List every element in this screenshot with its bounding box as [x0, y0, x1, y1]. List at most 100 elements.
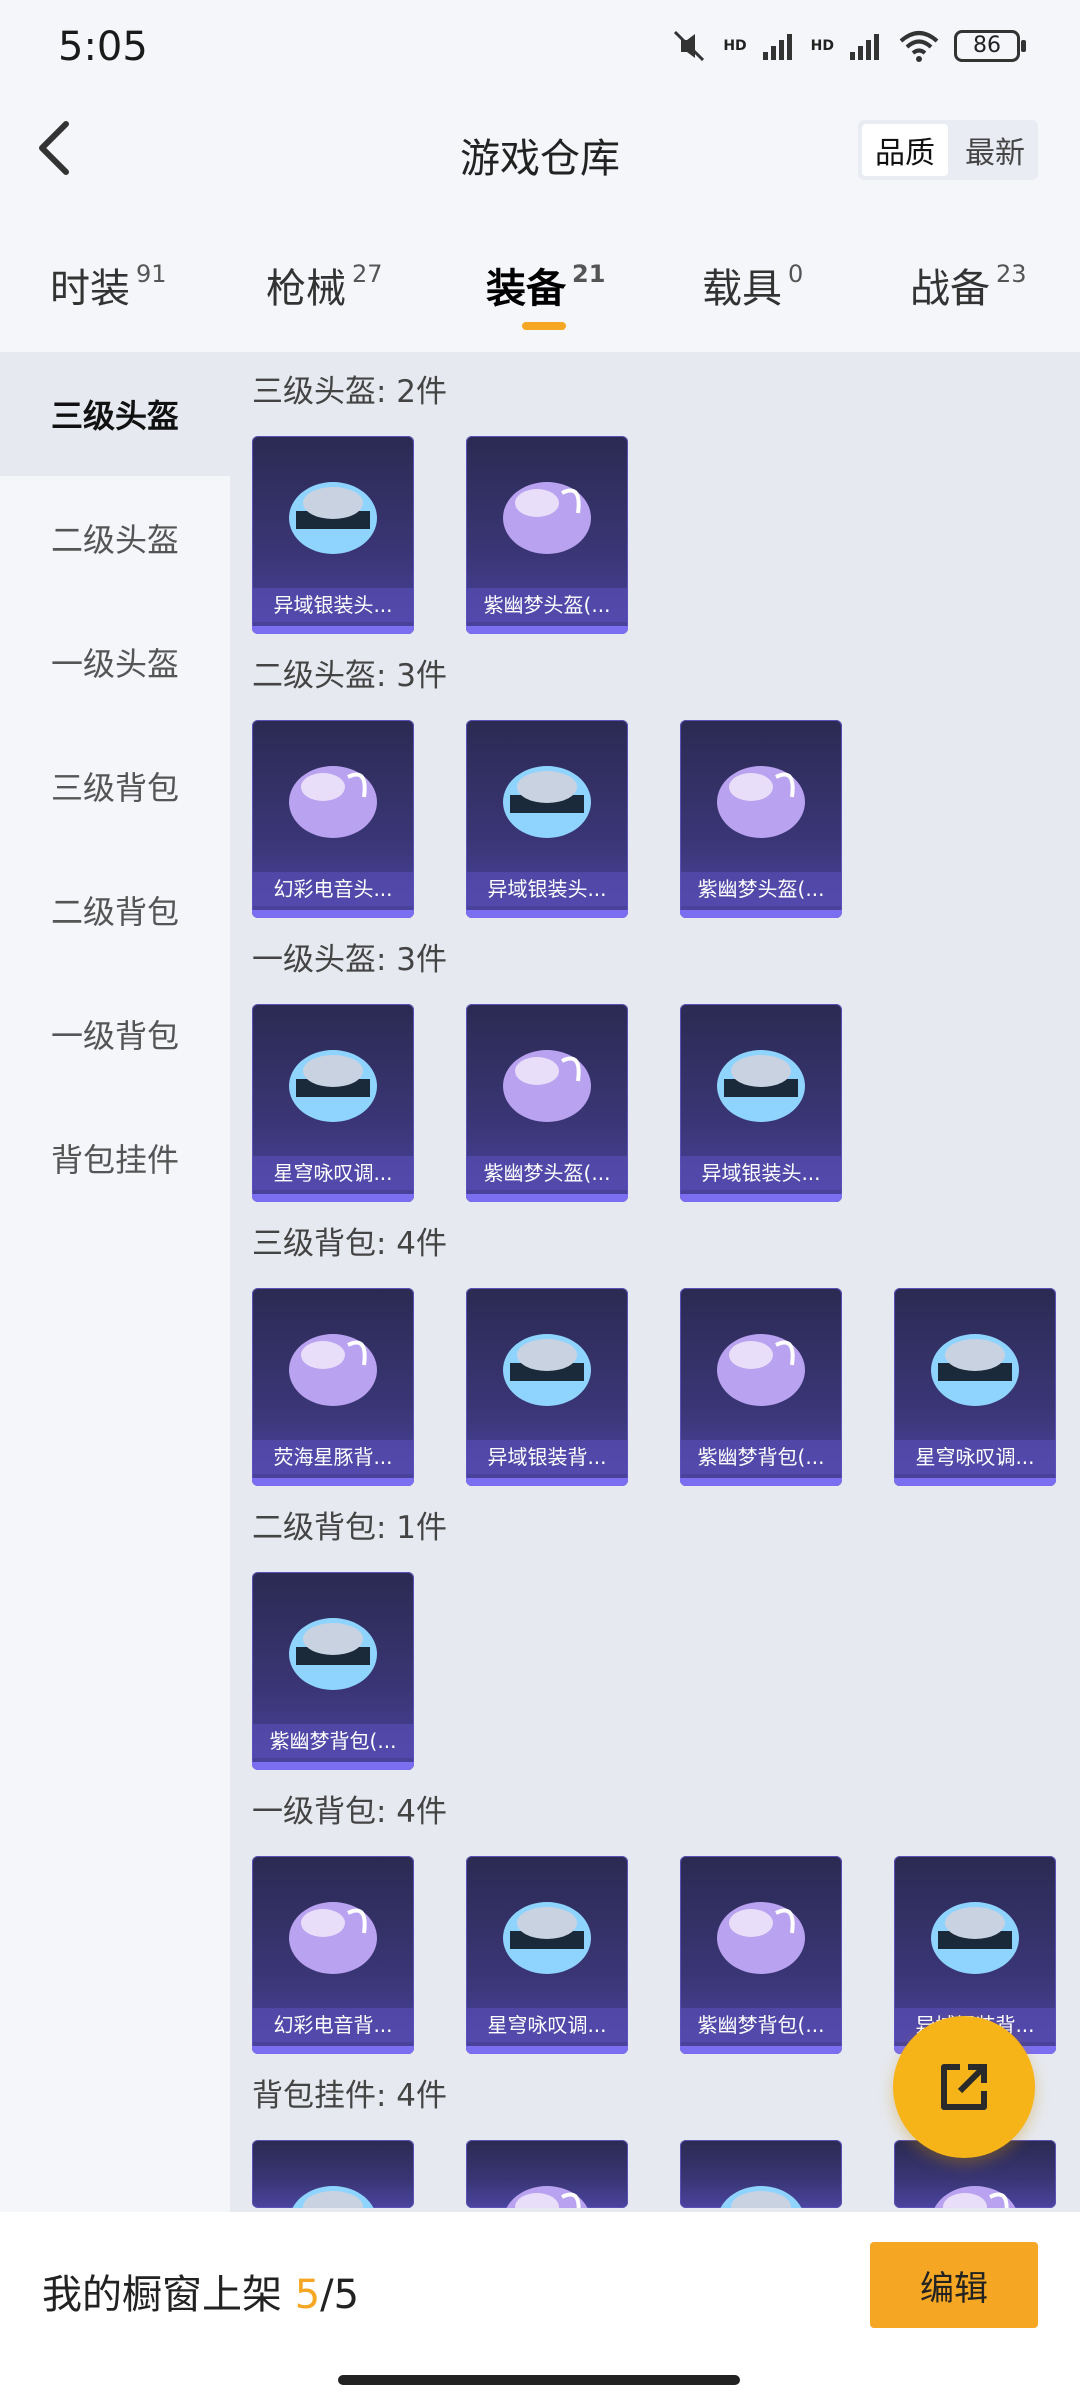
tab-label: 装备 — [486, 266, 566, 312]
item-name: 紫幽梦头盔(... — [466, 1156, 628, 1190]
item-card[interactable] — [252, 2140, 414, 2208]
item-card[interactable]: 异域银装头... — [466, 720, 628, 918]
item-card[interactable]: 星穹咏叹调... — [466, 1856, 628, 2054]
item-card[interactable]: 紫幽梦头盔(... — [466, 436, 628, 634]
bottom-bar: 我的橱窗上架 5/5 编辑 — [0, 2212, 1080, 2400]
rarity-bar — [680, 2046, 842, 2054]
nav-bar: 游戏仓库 品质 最新 — [0, 96, 1080, 206]
item-card[interactable]: 紫幽梦背包(... — [252, 1572, 414, 1770]
rarity-bar — [894, 1478, 1056, 1486]
rarity-bar — [466, 910, 628, 918]
sidebar: 三级头盔 二级头盔 一级头盔 三级背包 二级背包 一级背包 背包挂件 — [0, 352, 230, 2212]
item-image — [466, 2140, 628, 2208]
sort-by-newest[interactable]: 最新 — [952, 120, 1038, 180]
item-image — [252, 1004, 414, 1158]
item-image — [466, 720, 628, 874]
section-title: 一级头盔: 3件 — [252, 942, 448, 978]
tab-count: 0 — [788, 260, 804, 288]
rarity-bar — [680, 910, 842, 918]
tab-count: 27 — [352, 260, 383, 288]
item-card[interactable]: 幻彩电音头... — [252, 720, 414, 918]
item-card[interactable]: 异域银装头... — [252, 436, 414, 634]
item-name: 星穹咏叹调... — [252, 1156, 414, 1190]
item-card[interactable]: 幻彩电音背... — [252, 1856, 414, 2054]
item-card[interactable]: 荧海星豚背... — [252, 1288, 414, 1486]
item-name: 紫幽梦头盔(... — [680, 872, 842, 906]
share-icon — [941, 2064, 987, 2110]
item-image — [252, 1856, 414, 2010]
home-indicator — [338, 2375, 740, 2385]
section-title: 三级背包: 4件 — [252, 1226, 448, 1262]
item-image — [252, 436, 414, 590]
tab-label: 枪械 — [266, 266, 346, 312]
tab-label: 时装 — [50, 266, 130, 312]
tab-supplies[interactable]: 战备 23 — [910, 256, 1027, 314]
showcase-current: 5 — [294, 2272, 321, 2318]
section-title: 三级头盔: 2件 — [252, 374, 448, 410]
item-name: 异域银装头... — [466, 872, 628, 906]
item-name: 幻彩电音头... — [252, 872, 414, 906]
hd-label-2: HD — [810, 38, 834, 54]
item-image — [252, 720, 414, 874]
rarity-bar — [252, 1762, 414, 1770]
tab-label: 载具 — [702, 266, 782, 312]
rarity-bar — [252, 1478, 414, 1486]
sort-by-quality[interactable]: 品质 — [862, 124, 948, 176]
item-card[interactable]: 异域银装背... — [466, 1288, 628, 1486]
section-title: 二级头盔: 3件 — [252, 658, 448, 694]
item-card[interactable]: 异域银装头... — [680, 1004, 842, 1202]
item-image — [680, 1004, 842, 1158]
tab-equipment[interactable]: 装备 21 — [486, 256, 605, 314]
status-time: 5:05 — [58, 24, 148, 70]
item-image — [466, 436, 628, 590]
sidebar-item-backpack-2[interactable]: 二级背包 — [0, 848, 230, 972]
item-card[interactable]: 紫幽梦头盔(... — [680, 720, 842, 918]
status-icons: HD HD 86 — [669, 26, 1026, 66]
item-card[interactable]: 星穹咏叹调... — [252, 1004, 414, 1202]
edit-button[interactable]: 编辑 — [870, 2242, 1038, 2328]
tab-vehicles[interactable]: 载具 0 — [702, 256, 803, 314]
tab-guns[interactable]: 枪械 27 — [266, 256, 383, 314]
tab-fashion[interactable]: 时装 91 — [50, 256, 167, 314]
rarity-bar — [680, 1478, 842, 1486]
item-card[interactable] — [466, 2140, 628, 2208]
rarity-bar — [466, 1478, 628, 1486]
item-image — [466, 1856, 628, 2010]
item-image — [680, 1856, 842, 2010]
item-card[interactable]: 星穹咏叹调... — [894, 1288, 1056, 1486]
sidebar-item-backpack-1[interactable]: 一级背包 — [0, 972, 230, 1096]
mute-icon — [674, 30, 705, 62]
rarity-bar — [466, 626, 628, 634]
category-tabs: 时装 91 枪械 27 装备 21 载具 0 战备 23 — [0, 236, 1080, 336]
tab-count: 23 — [996, 260, 1027, 288]
item-card[interactable]: 紫幽梦头盔(... — [466, 1004, 628, 1202]
item-image — [252, 1572, 414, 1726]
sidebar-item-helmet-1[interactable]: 一级头盔 — [0, 600, 230, 724]
rarity-bar — [252, 910, 414, 918]
rarity-bar — [252, 2046, 414, 2054]
item-image — [680, 1288, 842, 1442]
rarity-bar — [680, 1194, 842, 1202]
hd-label: HD — [723, 38, 747, 54]
tab-count: 21 — [572, 260, 606, 288]
showcase-status: 我的橱窗上架 5/5 — [42, 2262, 359, 2320]
sidebar-item-helmet-3[interactable]: 三级头盔 — [0, 352, 230, 476]
share-button[interactable] — [893, 2016, 1035, 2158]
item-name: 异域银装头... — [252, 588, 414, 622]
item-image — [680, 2140, 842, 2208]
battery-indicator: 86 — [954, 30, 1026, 62]
item-name: 星穹咏叹调... — [894, 1440, 1056, 1474]
rarity-bar — [466, 2046, 628, 2054]
sidebar-item-helmet-2[interactable]: 二级头盔 — [0, 476, 230, 600]
item-name: 星穹咏叹调... — [466, 2008, 628, 2042]
item-card[interactable]: 紫幽梦背包(... — [680, 1856, 842, 2054]
tab-count: 91 — [136, 260, 167, 288]
section-title: 背包挂件: 4件 — [252, 2078, 448, 2114]
signal-icon-2 — [850, 34, 879, 60]
item-name: 荧海星豚背... — [252, 1440, 414, 1474]
item-name: 紫幽梦头盔(... — [466, 588, 628, 622]
item-card[interactable] — [680, 2140, 842, 2208]
sidebar-item-pendant[interactable]: 背包挂件 — [0, 1096, 230, 1220]
item-card[interactable]: 紫幽梦背包(... — [680, 1288, 842, 1486]
sidebar-item-backpack-3[interactable]: 三级背包 — [0, 724, 230, 848]
